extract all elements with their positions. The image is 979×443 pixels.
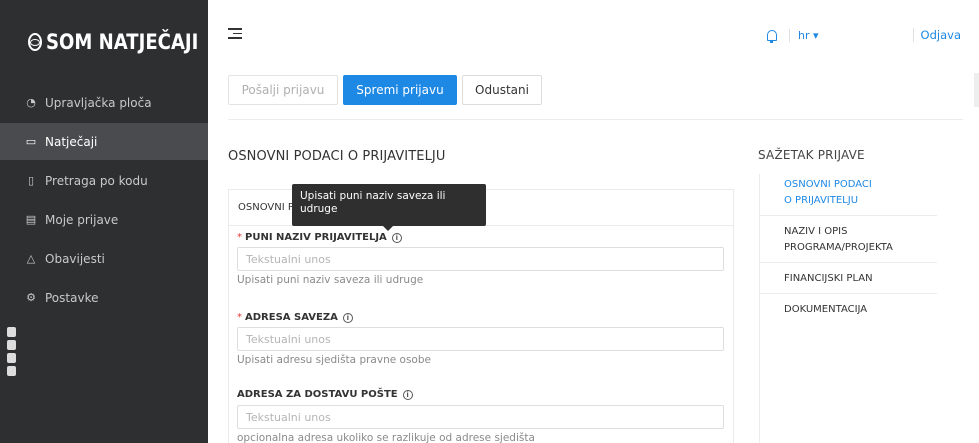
- sidebar-item-settings[interactable]: ⚙ Postavke: [0, 279, 208, 316]
- info-icon[interactable]: i: [402, 389, 413, 400]
- folder-icon: ▭: [25, 135, 37, 148]
- bell-icon: △: [26, 252, 36, 265]
- sidebar-item-label: Natječaji: [45, 134, 98, 149]
- settings-icon[interactable]: [7, 366, 16, 376]
- eye-logo-icon: [28, 33, 42, 51]
- sidebar-item-natjecaji[interactable]: ▭ Natječaji: [0, 123, 208, 160]
- sidebar-item-label: Pretraga po kodu: [45, 173, 148, 188]
- divider: [228, 119, 963, 120]
- summary-divider: [760, 262, 937, 263]
- send-application-button[interactable]: Pošalji prijavu: [228, 75, 338, 105]
- logout-link[interactable]: Odjava: [912, 28, 961, 42]
- sidebar-item-label: Obavijesti: [45, 251, 105, 266]
- image-icon[interactable]: [7, 353, 16, 363]
- sidebar: SOM NATJEČAJI ◔ Upravljačka ploča ▭ Natj…: [0, 0, 208, 443]
- full-name-input[interactable]: [237, 247, 724, 271]
- summary-item-line: NAZIV I OPIS: [784, 226, 848, 237]
- info-icon[interactable]: i: [342, 312, 353, 323]
- sidebar-item-label: Moje prijave: [45, 212, 119, 227]
- document-icon: ▯: [27, 174, 35, 187]
- summary-item-program[interactable]: NAZIV I OPIS PROGRAMA/PROJEKTA: [784, 224, 893, 256]
- field-help-text: opcionalna adresa ukoliko se razlikuje o…: [237, 432, 535, 443]
- language-selector[interactable]: hr ▾: [789, 28, 819, 42]
- mail-address-input[interactable]: [237, 405, 724, 429]
- sidebar-item-label: Postavke: [45, 290, 99, 305]
- required-mark: *: [237, 232, 242, 243]
- field-help-text: Upisati adresu sjedišta pravne osobe: [237, 354, 431, 366]
- address-input[interactable]: [237, 327, 724, 351]
- summary-item-applicant[interactable]: OSNOVNI PODACI O PRIJAVITELJU: [784, 177, 872, 209]
- summary-item-documentation[interactable]: DOKUMENTACIJA: [784, 302, 867, 318]
- required-mark: *: [237, 312, 242, 323]
- summary-item-line: FINANCIJSKI PLAN: [784, 273, 873, 284]
- app-logo[interactable]: SOM NATJEČAJI: [0, 0, 208, 84]
- sidebar-item-notifications[interactable]: △ Obavijesti: [0, 240, 208, 277]
- summary-panel: SAŽETAK PRIJAVE: [758, 148, 968, 178]
- top-right-controls: hr ▾ Odjava: [767, 28, 961, 43]
- sidebar-item-label: Upravljačka ploča: [45, 95, 152, 110]
- sidebar-item-dashboard[interactable]: ◔ Upravljačka ploča: [0, 84, 208, 121]
- sidebar-item-search-by-code[interactable]: ▯ Pretraga po kodu: [0, 162, 208, 199]
- video-icon[interactable]: [7, 340, 16, 350]
- summary-title: SAŽETAK PRIJAVE: [758, 148, 865, 162]
- camera-icon[interactable]: [7, 327, 16, 337]
- field-label-text: PUNI NAZIV PRIJAVITELJA: [245, 232, 387, 243]
- section-title: OSNOVNI PODACI O PRIJAVITELJU: [228, 149, 446, 164]
- summary-divider: [760, 215, 937, 216]
- save-application-button[interactable]: Spremi prijavu: [343, 75, 457, 105]
- info-icon[interactable]: i: [391, 232, 402, 243]
- field-label-full-name: * PUNI NAZIV PRIJAVITELJA i: [237, 232, 402, 243]
- gear-icon: ⚙: [26, 291, 36, 304]
- field-label-text: ADRESA ZA DOSTAVU POŠTE: [237, 389, 398, 400]
- logo-text: SOM NATJEČAJI: [46, 30, 199, 54]
- menu-toggle-icon[interactable]: [228, 28, 242, 40]
- scrollbar[interactable]: [974, 73, 979, 107]
- field-label-text: ADRESA SAVEZA: [245, 312, 338, 323]
- tooltip: Upisati puni naziv saveza ili udruge: [292, 184, 486, 231]
- field-label-mail-address: ADRESA ZA DOSTAVU POŠTE i: [237, 389, 413, 400]
- summary-divider: [760, 293, 937, 294]
- field-label-address: * ADRESA SAVEZA i: [237, 312, 353, 323]
- summary-item-line: OSNOVNI PODACI: [784, 179, 872, 190]
- cancel-button[interactable]: Odustani: [462, 75, 542, 105]
- summary-item-financial-plan[interactable]: FINANCIJSKI PLAN: [784, 271, 873, 287]
- notification-bell-icon[interactable]: [767, 29, 778, 43]
- file-icon: ▤: [25, 213, 37, 226]
- top-bar: hr ▾ Odjava: [208, 0, 979, 75]
- dashboard-icon: ◔: [26, 96, 36, 109]
- floating-toolbar: [7, 327, 19, 376]
- summary-item-line: O PRIJAVITELJU: [784, 195, 859, 206]
- field-help-text: Upisati puni naziv saveza ili udruge: [237, 274, 424, 286]
- sidebar-item-my-applications[interactable]: ▤ Moje prijave: [0, 201, 208, 238]
- summary-item-line: PROGRAMA/PROJEKTA: [784, 242, 893, 253]
- summary-item-line: DOKUMENTACIJA: [784, 304, 868, 315]
